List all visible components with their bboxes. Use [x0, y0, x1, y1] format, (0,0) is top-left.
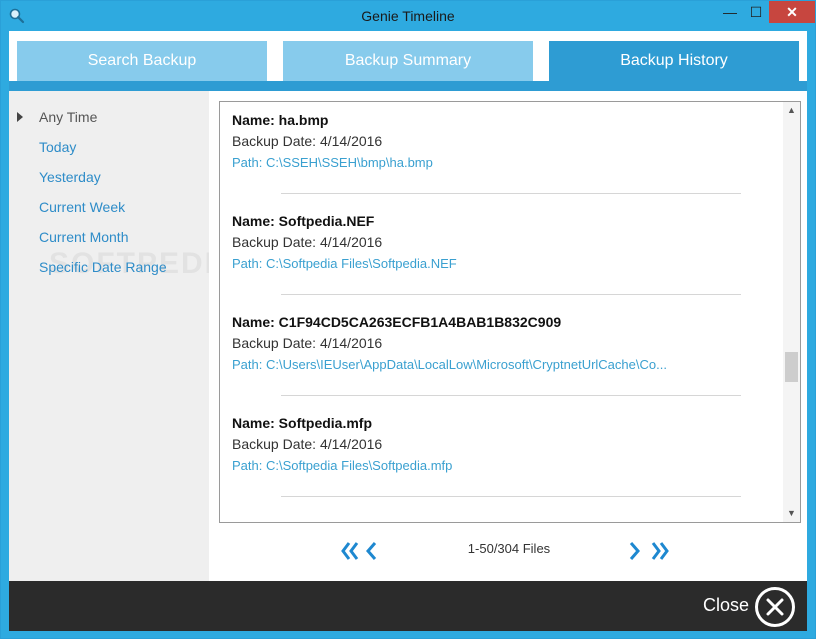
page-range-label: 1-50/304 Files — [467, 541, 551, 556]
file-list-viewport: Name: ha.bmp Backup Date: 4/14/2016 Path… — [220, 102, 782, 522]
filter-current-week[interactable]: Current Week — [39, 199, 125, 215]
title-bar: Genie Timeline — ☐ ✕ — [1, 1, 815, 31]
file-name: Name: Softpedia.NEF — [232, 213, 375, 229]
date-filter-sidebar: SOFTPEDIA Any Time Today Yesterday Curre… — [9, 91, 237, 581]
tab-search-backup[interactable]: Search Backup — [17, 41, 267, 81]
backup-date: Backup Date: 4/14/2016 — [232, 335, 383, 351]
maximize-button[interactable]: ☐ — [743, 1, 769, 23]
file-name: Name: Softpedia.mfp — [232, 415, 373, 431]
tab-backup-history[interactable]: Backup History — [549, 41, 799, 81]
item-divider — [281, 395, 741, 396]
backup-date: Backup Date: 4/14/2016 — [232, 436, 383, 452]
previous-page-icon[interactable] — [365, 539, 377, 563]
selected-arrow-icon — [17, 112, 23, 122]
pagination: 1-50/304 Files — [209, 531, 807, 571]
footer-bar: Close — [9, 581, 807, 631]
backup-date: Backup Date: 4/14/2016 — [232, 234, 383, 250]
tab-strip: Search Backup Backup Summary Backup Hist… — [9, 31, 807, 81]
next-page-icon[interactable] — [629, 539, 641, 563]
vertical-scrollbar[interactable]: ▲ ▼ — [783, 102, 800, 522]
file-path[interactable]: Path: C:\Softpedia Files\Softpedia.NEF — [232, 253, 752, 274]
filter-yesterday[interactable]: Yesterday — [39, 169, 101, 185]
minimize-button[interactable]: — — [717, 1, 743, 23]
client-area: Search Backup Backup Summary Backup Hist… — [9, 31, 807, 631]
last-page-icon[interactable] — [651, 539, 669, 563]
window-title: Genie Timeline — [361, 8, 455, 24]
file-path[interactable]: Path: C:\Softpedia Files\Softpedia.mfp — [232, 455, 752, 476]
file-name: Name: C1F94CD5CA263ECFB1A4BAB1B832C909 — [232, 314, 562, 330]
close-circle-icon[interactable] — [755, 587, 795, 627]
filter-specific-date-range[interactable]: Specific Date Range — [39, 259, 167, 275]
file-path[interactable]: Path: C:\Users\IEUser\AppData\LocalLow\M… — [232, 354, 752, 375]
file-path[interactable]: Path: C:\SSEH\SSEH\bmp\ha.bmp — [232, 152, 752, 173]
list-item[interactable]: Name: Softpedia.NEF Backup Date: 4/14/20… — [232, 211, 752, 274]
first-page-icon[interactable] — [341, 539, 359, 563]
file-list[interactable]: Name: ha.bmp Backup Date: 4/14/2016 Path… — [219, 101, 801, 523]
close-label[interactable]: Close — [703, 595, 749, 616]
tab-backup-summary[interactable]: Backup Summary — [283, 41, 533, 81]
list-item[interactable]: Name: Softpedia.mfp Backup Date: 4/14/20… — [232, 413, 752, 476]
window-close-button[interactable]: ✕ — [769, 1, 815, 23]
item-divider — [281, 193, 741, 194]
scroll-up-arrow-icon[interactable]: ▲ — [783, 102, 800, 119]
scroll-down-arrow-icon[interactable]: ▼ — [783, 505, 800, 522]
scroll-thumb[interactable] — [785, 352, 798, 382]
list-item[interactable]: Name: ha.bmp Backup Date: 4/14/2016 Path… — [232, 110, 752, 173]
history-panel: Name: ha.bmp Backup Date: 4/14/2016 Path… — [209, 91, 807, 581]
tab-underline — [9, 81, 807, 91]
item-divider — [281, 496, 741, 497]
filter-today[interactable]: Today — [39, 139, 76, 155]
file-name: Name: ha.bmp — [232, 112, 329, 128]
filter-current-month[interactable]: Current Month — [39, 229, 128, 245]
app-window: Genie Timeline — ☐ ✕ Search Backup Backu… — [0, 0, 816, 639]
filter-any-time[interactable]: Any Time — [39, 109, 97, 125]
item-divider — [281, 294, 741, 295]
list-item[interactable]: Name: C1F94CD5CA263ECFB1A4BAB1B832C909 B… — [232, 312, 752, 375]
backup-date: Backup Date: 4/14/2016 — [232, 133, 383, 149]
